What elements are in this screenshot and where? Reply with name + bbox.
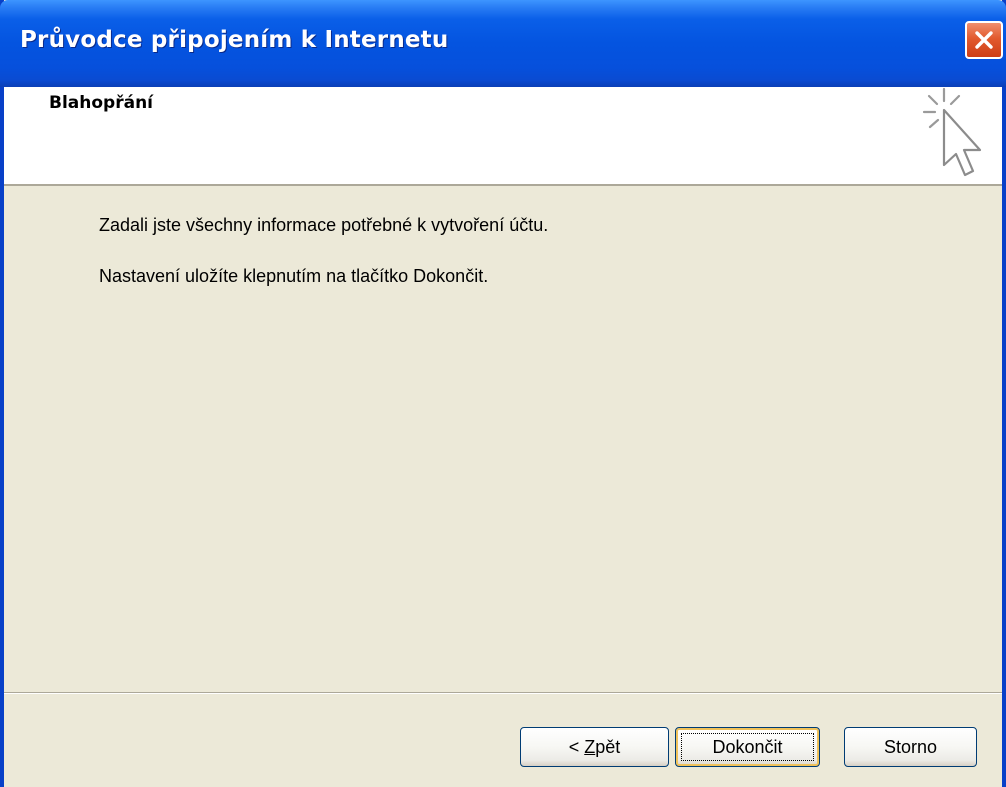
button-separator xyxy=(4,692,1002,694)
finish-button[interactable]: Dokončit xyxy=(675,727,820,767)
back-button[interactable]: < Zpět xyxy=(520,727,669,767)
instruction-text: Nastavení uložíte klepnutím na tlačítko … xyxy=(99,266,489,286)
wizard-body: Zadali jste všechny informace potřebné k… xyxy=(4,186,1002,692)
wizard-header: Blahopřání xyxy=(4,87,1002,186)
window-title: Průvodce připojením k Internetu xyxy=(20,27,449,53)
finish-label: Dokončit xyxy=(681,733,814,761)
back-prefix: < xyxy=(568,737,585,757)
sparkle-cursor-icon xyxy=(922,87,982,177)
back-mnemonic: Z xyxy=(584,737,596,757)
back-label: pět xyxy=(595,737,621,757)
title-bar[interactable]: Průvodce připojením k Internetu xyxy=(0,0,1006,87)
close-button[interactable] xyxy=(965,21,1003,59)
info-text: Zadali jste všechny informace potřebné k… xyxy=(99,215,549,235)
close-icon xyxy=(975,31,993,49)
page-title: Blahopřání xyxy=(49,93,153,113)
cancel-button[interactable]: Storno xyxy=(844,727,977,767)
wizard-window: Průvodce připojením k Internetu Blahopřá… xyxy=(0,0,1006,787)
